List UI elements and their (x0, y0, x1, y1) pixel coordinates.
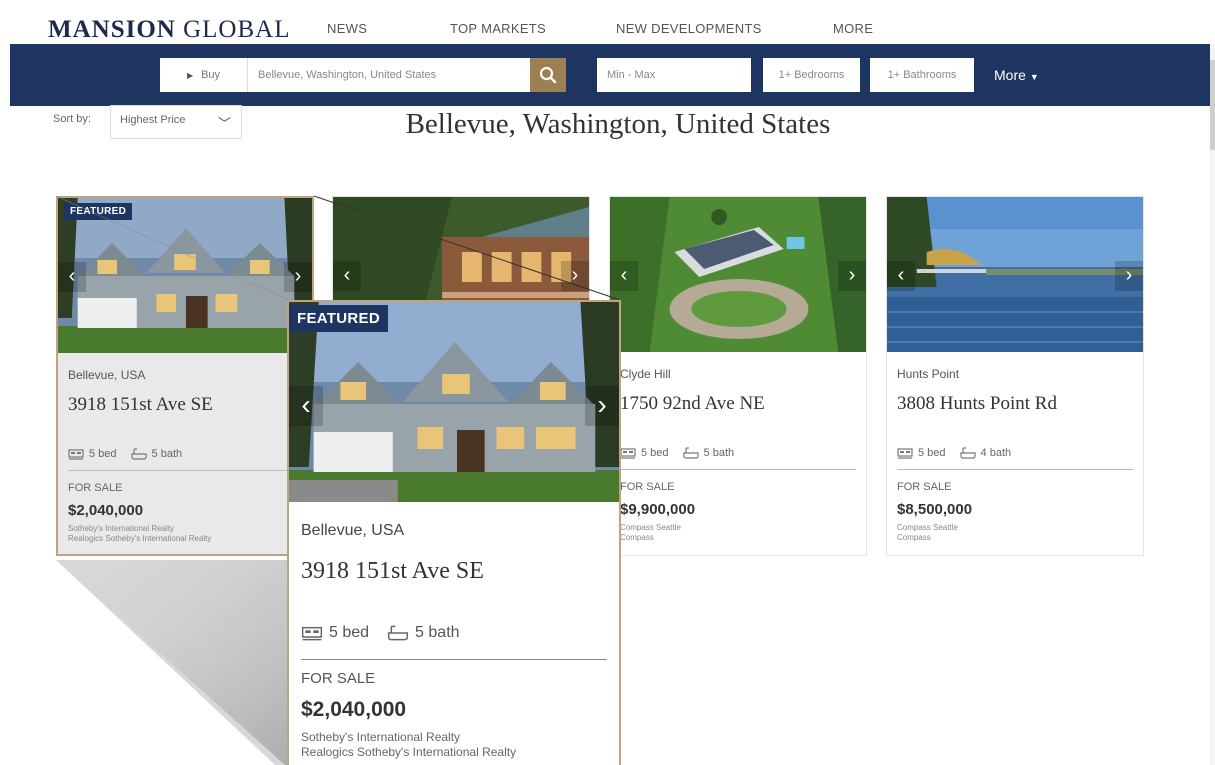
bedrooms-dropdown[interactable]: 1+ Bedrooms (763, 58, 860, 92)
agent-line-1: Compass Seattle (620, 523, 681, 532)
agent-line-2: Realogics Sotheby's International Realty (68, 534, 212, 543)
mansion-global-logo[interactable]: MANSION GLOBAL (48, 16, 290, 44)
scrollbar-track[interactable] (1210, 44, 1215, 765)
bath-count: 4 bath (980, 447, 1012, 459)
chevron-left-icon[interactable]: ‹ (610, 261, 638, 291)
listing-city: Bellevue, USA (68, 368, 146, 382)
agent-line-2: Realogics Sotheby's International Realty (301, 745, 517, 759)
chevron-left-icon[interactable]: ‹ (333, 261, 361, 291)
listing-features: 5 bed 5 bath (301, 624, 460, 642)
featured-badge: FEATURED (289, 305, 388, 332)
page-title: Bellevue, Washington, United States (405, 108, 831, 140)
divider (301, 659, 607, 660)
bed-count: 5 bed (918, 447, 946, 459)
listing-photo: ‹ › (610, 197, 866, 352)
divider (897, 469, 1133, 470)
agent-line-2: Compass (897, 533, 931, 542)
listing-photo: FEATURED ‹ › (58, 198, 312, 353)
listing-features: 5 bed 5 bath (68, 448, 182, 460)
listing-address[interactable]: 3918 151st Ave SE (68, 394, 213, 416)
buy-label: Buy (201, 69, 221, 81)
chevron-left-icon[interactable]: ‹ (887, 261, 915, 291)
chevron-right-icon[interactable]: › (1115, 261, 1143, 291)
sort-dropdown[interactable]: Highest Price ﹀ (110, 105, 242, 139)
bed-count: 5 bed (329, 624, 370, 641)
listing-card[interactable]: ‹ › Hunts Point 3808 Hunts Point Rd 5 be… (886, 196, 1144, 556)
nav-new-developments[interactable]: NEW DEVELOPMENTS (616, 21, 762, 36)
listing-features: 5 bed 5 bath (620, 447, 734, 459)
bed-icon (301, 626, 323, 641)
divider (68, 470, 302, 471)
chevron-right-icon[interactable]: › (585, 386, 619, 426)
caret-down-icon: ▼ (1029, 72, 1039, 82)
bed-icon (68, 449, 84, 460)
listing-features: 5 bed 4 bath (897, 447, 1011, 459)
bathrooms-dropdown[interactable]: 1+ Bathrooms (870, 58, 974, 92)
agent-line-1: Sotheby's International Realty (301, 730, 461, 744)
bath-count: 5 bath (415, 624, 460, 641)
listing-city: Bellevue, USA (301, 522, 405, 539)
nav-news[interactable]: NEWS (327, 21, 367, 36)
listing-city: Clyde Hill (620, 367, 671, 381)
chevron-left-icon[interactable]: ‹ (289, 386, 323, 426)
bed-count: 5 bed (641, 447, 669, 459)
listing-agent: Sotheby's International Realty Realogics … (301, 730, 516, 760)
nav-top-markets[interactable]: TOP MARKETS (450, 21, 546, 36)
location-input[interactable]: Bellevue, Washington, United States (248, 58, 530, 92)
listing-address[interactable]: 1750 92nd Ave NE (620, 393, 765, 415)
scrollbar-thumb[interactable] (1210, 60, 1215, 150)
price-range-input[interactable]: Min - Max (597, 58, 751, 92)
listing-address[interactable]: 3918 151st Ave SE (301, 558, 484, 585)
sort-value: Highest Price (120, 114, 186, 126)
more-filters-label: More (994, 67, 1026, 83)
bathtub-icon (682, 447, 699, 459)
search-filter-bar: ▶ Buy Bellevue, Washington, United States… (10, 44, 1210, 106)
listing-photo: FEATURED ‹ › (289, 302, 619, 502)
listing-price: $2,040,000 (301, 698, 407, 721)
chevron-left-icon[interactable]: ‹ (58, 262, 86, 292)
buy-rent-dropdown[interactable]: ▶ Buy (160, 58, 248, 92)
listing-agent: Sotheby's International Realty Realogics … (68, 524, 211, 544)
chevron-down-icon: ﹀ (217, 116, 231, 131)
agent-line-1: Sotheby's International Realty (68, 524, 175, 533)
listing-status: FOR SALE (620, 481, 675, 493)
sort-label: Sort by: (53, 113, 91, 125)
search-icon (539, 66, 557, 84)
caret-right-icon: ▶ (186, 70, 194, 80)
agent-line-1: Compass Seattle (897, 523, 958, 532)
listing-status: FOR SALE (301, 670, 376, 687)
more-filters-button[interactable]: More ▼ (994, 58, 1039, 92)
bath-count: 5 bath (703, 447, 735, 459)
featured-badge: FEATURED (64, 203, 133, 220)
agent-line-2: Compass (620, 533, 654, 542)
top-navigation: MANSION GLOBAL NEWS TOP MARKETS NEW DEVE… (0, 0, 1215, 44)
chevron-right-icon[interactable]: › (284, 262, 312, 292)
bath-count: 5 bath (151, 448, 183, 460)
listing-card[interactable]: ‹ › Clyde Hill 1750 92nd Ave NE 5 bed 5 … (609, 196, 867, 556)
listing-price: $2,040,000 (68, 502, 144, 519)
listing-city: Hunts Point (897, 367, 960, 381)
divider (620, 469, 856, 470)
listing-agent: Compass Seattle Compass (620, 523, 681, 543)
bed-icon (620, 448, 636, 459)
listing-price: $9,900,000 (620, 501, 696, 518)
listing-price: $8,500,000 (897, 501, 973, 518)
listing-agent: Compass Seattle Compass (897, 523, 958, 543)
bed-icon (897, 448, 913, 459)
listing-photo: ‹ › (887, 197, 1143, 352)
search-button[interactable] (530, 58, 566, 92)
zoomed-listing-card[interactable]: FEATURED ‹ › Bellevue, USA 3918 151st Av… (287, 300, 621, 765)
chevron-right-icon[interactable]: › (838, 261, 866, 291)
listing-status: FOR SALE (68, 482, 123, 494)
listing-card[interactable]: FEATURED ‹ › Bellevue, USA 3918 151st Av… (56, 196, 314, 556)
chevron-right-icon[interactable]: › (561, 261, 589, 291)
nav-more[interactable]: MORE (833, 21, 873, 36)
bathtub-icon (959, 447, 976, 459)
bed-count: 5 bed (89, 448, 117, 460)
listing-address[interactable]: 3808 Hunts Point Rd (897, 393, 1057, 415)
bathtub-icon (387, 625, 409, 641)
bathtub-icon (130, 448, 147, 460)
listing-status: FOR SALE (897, 481, 952, 493)
